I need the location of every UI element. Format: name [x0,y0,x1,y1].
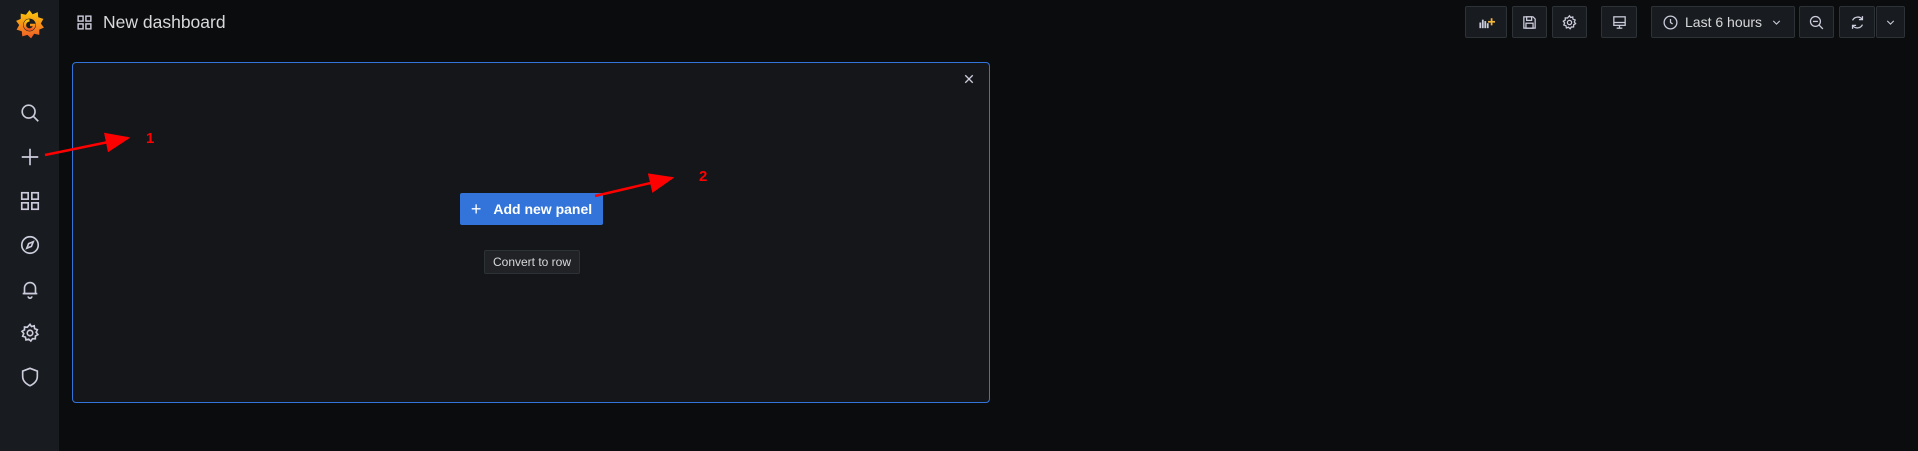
shield-icon[interactable] [17,364,42,389]
monitor-icon [1612,15,1626,29]
plus-icon: + [470,199,482,219]
add-new-panel-button[interactable]: + Add new panel [460,193,603,225]
gear-icon [1562,14,1577,30]
dashboard-grid-icon [77,14,92,30]
add-panel-icon [1478,17,1495,28]
search-icon[interactable] [17,100,42,125]
view-mode-button[interactable] [1601,6,1637,38]
chevron-down-icon [1772,19,1781,25]
add-new-panel-label: Add new panel [493,201,593,217]
convert-to-row-button[interactable]: Convert to row [484,250,580,274]
grafana-logo-icon[interactable] [13,8,46,41]
refresh-button[interactable] [1839,6,1875,38]
dashboard-settings-button[interactable] [1552,6,1587,38]
add-panel-widget: + Add new panel Convert to row [72,62,990,403]
page-title[interactable]: New dashboard [103,12,226,33]
chevron-down-icon [1886,19,1895,25]
close-icon[interactable] [961,71,977,87]
time-range-picker[interactable]: Last 6 hours [1651,6,1795,38]
add-panel-toolbar-button[interactable] [1465,6,1507,38]
sidebar [0,0,59,451]
refresh-interval-dropdown[interactable] [1876,6,1905,38]
breadcrumb[interactable]: New dashboard [76,10,226,34]
annotation-label-1: 1 [146,130,155,147]
time-range-label: Last 6 hours [1685,14,1763,30]
dashboards-icon[interactable] [17,188,42,213]
compass-icon[interactable] [17,232,42,257]
zoom-out-icon [1809,15,1824,29]
clock-icon [1663,14,1678,30]
save-dashboard-button[interactable] [1512,6,1547,38]
save-icon [1523,15,1536,29]
plus-icon[interactable] [17,144,42,169]
zoom-out-button[interactable] [1799,6,1834,38]
refresh-icon [1851,15,1863,29]
gear-icon[interactable] [17,320,42,345]
annotation-label-2: 2 [699,168,708,185]
bell-icon[interactable] [17,276,42,301]
